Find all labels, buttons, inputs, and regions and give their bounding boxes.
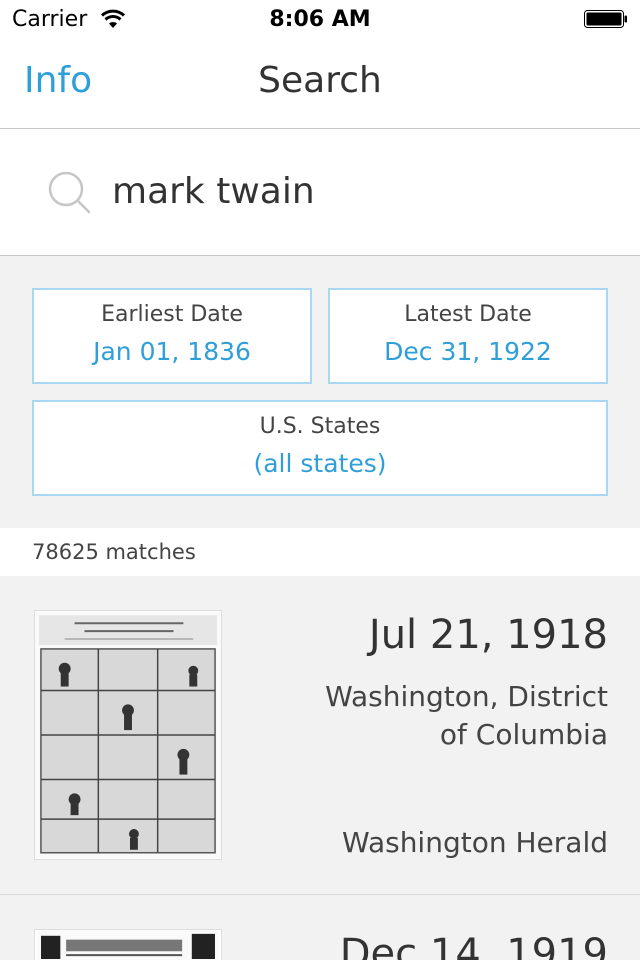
earliest-date-filter[interactable]: Earliest Date Jan 01, 1836	[32, 288, 312, 384]
status-time: 8:06 AM	[269, 7, 371, 32]
states-filter[interactable]: U.S. States (all states)	[32, 400, 608, 496]
result-location: Washington, District of Columbia	[325, 680, 608, 751]
search-icon	[48, 171, 91, 214]
earliest-date-value: Jan 01, 1836	[93, 337, 251, 366]
newspaper-thumbnail	[34, 610, 222, 860]
search-bar	[0, 129, 640, 256]
match-count: 78625 matches	[32, 540, 196, 564]
battery-icon	[584, 10, 627, 28]
newspaper-thumbnail	[34, 929, 222, 960]
result-date: Jul 21, 1918	[368, 612, 608, 658]
page-title: Search	[258, 60, 382, 101]
navigation-bar: Info Search	[0, 40, 640, 129]
results-header: 78625 matches	[0, 528, 640, 576]
latest-date-filter[interactable]: Latest Date Dec 31, 1922	[328, 288, 608, 384]
latest-date-label: Latest Date	[404, 302, 532, 327]
result-item[interactable]: Dec 14, 1919	[0, 895, 640, 960]
search-input[interactable]	[112, 163, 592, 219]
states-value: (all states)	[253, 449, 387, 478]
status-bar: Carrier 8:06 AM	[0, 0, 640, 40]
latest-date-value: Dec 31, 1922	[384, 337, 552, 366]
result-item[interactable]: Jul 21, 1918 Washington, District of Col…	[0, 576, 640, 894]
earliest-date-label: Earliest Date	[101, 302, 243, 327]
states-label: U.S. States	[259, 414, 381, 439]
result-newspaper: Washington Herald	[342, 826, 608, 859]
result-date: Dec 14, 1919	[339, 931, 608, 960]
